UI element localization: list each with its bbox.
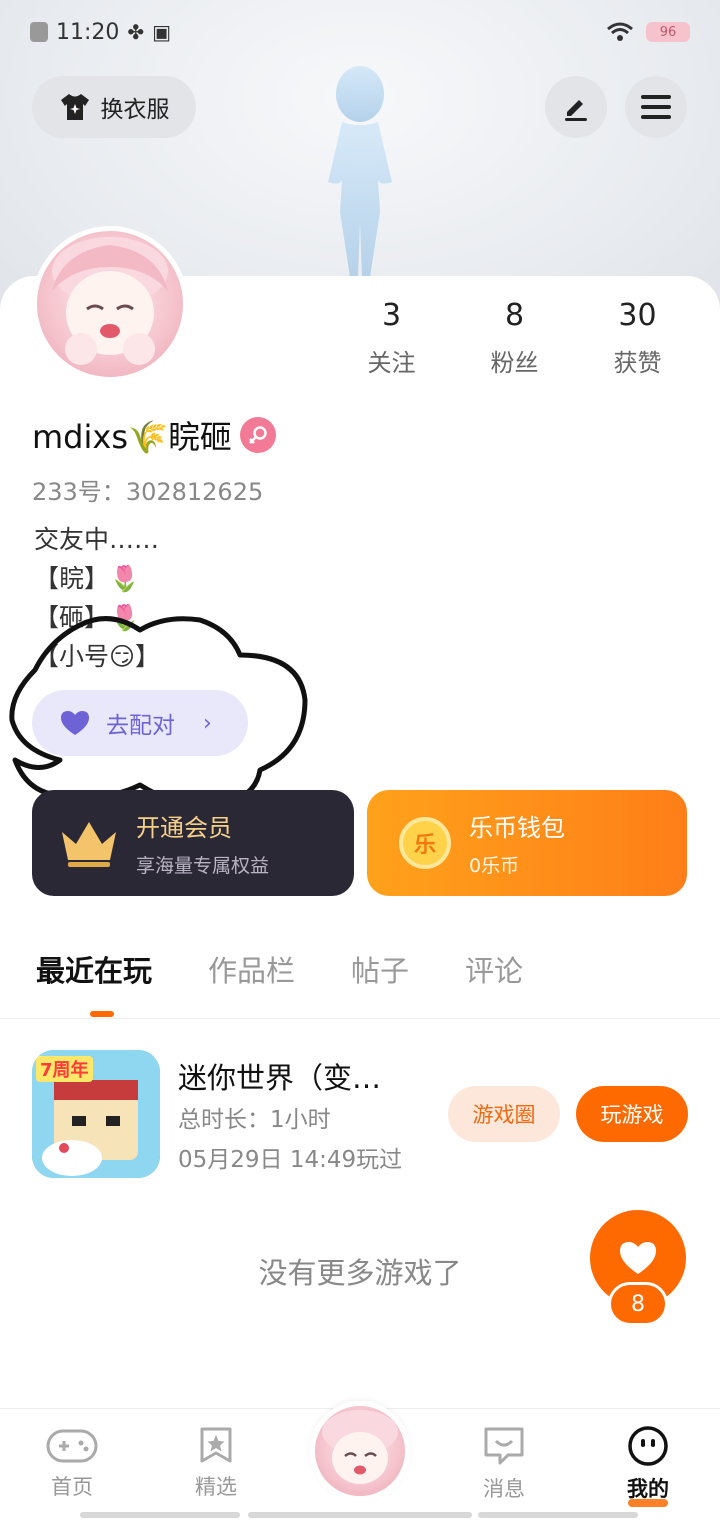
game-last-played: 05月29日 14:49玩过: [178, 1147, 403, 1173]
bottom-nav: 首页 精选 消息 我的: [0, 1401, 720, 1520]
gesture-bar: [248, 1512, 472, 1518]
wallet-balance: 0乐币: [469, 855, 520, 877]
tab-comments[interactable]: 评论: [465, 948, 523, 990]
vip-title: 开通会员: [136, 814, 232, 842]
battery-indicator: 96: [646, 22, 690, 42]
nav-featured[interactable]: 精选: [166, 1425, 266, 1501]
bio-line: 【小号😏】: [34, 642, 161, 671]
bookmark-star-icon: [200, 1427, 232, 1463]
game-icon[interactable]: 7周年: [32, 1050, 160, 1178]
game-duration: 总时长：1小时: [178, 1107, 331, 1133]
likes-label: 获赞: [613, 349, 662, 377]
edit-profile-button[interactable]: [545, 76, 607, 138]
divider: [0, 1018, 720, 1019]
gesture-bar: [80, 1512, 240, 1518]
fans-stat[interactable]: 8 粉丝: [453, 298, 576, 378]
nav-home-label: 首页: [51, 1475, 93, 1499]
following-label: 关注: [367, 349, 416, 377]
bio-line: 【砸】🌷: [34, 603, 141, 632]
nav-home[interactable]: 首页: [22, 1425, 122, 1501]
game-meta: 总时长：1小时 05月29日 14:49玩过: [178, 1100, 402, 1180]
wifi-icon: [607, 22, 633, 41]
go-match-label: 去配对: [106, 713, 175, 739]
anniversary-badge: 7周年: [36, 1056, 93, 1082]
smiley-face-icon: [628, 1426, 668, 1466]
hamburger-menu-icon: [641, 95, 671, 119]
floating-like-count: 8: [608, 1282, 668, 1326]
tshirt-icon: [60, 94, 89, 120]
following-stat[interactable]: 3 关注: [330, 298, 453, 378]
nav-messages[interactable]: 消息: [454, 1425, 554, 1503]
wallet-card[interactable]: 乐 乐币钱包 0乐币: [367, 790, 687, 896]
fans-count: 8: [504, 298, 525, 333]
tab-works[interactable]: 作品栏: [208, 948, 295, 990]
female-gender-icon: [239, 417, 276, 453]
tab-recent-played[interactable]: 最近在玩: [36, 948, 152, 990]
chevron-right-icon: ›: [203, 710, 212, 736]
avatar[interactable]: [32, 226, 188, 382]
nav-me[interactable]: 我的: [598, 1425, 698, 1507]
bio: 交友中…… 【睆】🌷 【砸】🌷 【小号😏】: [34, 520, 160, 676]
notification-icon: [30, 22, 48, 42]
fans-label: 粉丝: [490, 349, 539, 377]
coin-glyph: 乐: [413, 833, 436, 858]
profile-card: [0, 276, 720, 1520]
nav-avatar-button[interactable]: [310, 1401, 410, 1501]
username: mdixs🌾睆砸: [32, 412, 276, 458]
vip-subtitle: 享海量专属权益: [136, 855, 270, 877]
pen-icon: [565, 100, 587, 121]
username-text: mdixs🌾睆砸: [32, 418, 232, 456]
likes-stat[interactable]: 30 获赞: [576, 298, 699, 378]
coin-icon: 乐: [399, 817, 451, 869]
bio-line: 【睆】🌷: [34, 564, 141, 593]
go-match-button[interactable]: 去配对 ›: [32, 690, 248, 756]
status-bar: 11:20 ✤ ▣ 96: [30, 14, 690, 50]
heart-icon: [61, 711, 89, 735]
likes-count: 30: [618, 298, 657, 333]
nav-messages-label: 消息: [483, 1477, 525, 1501]
anime-avatar-image: [322, 1410, 398, 1484]
gamepad-icon: [46, 1429, 98, 1463]
avatar-figure-hologram: [328, 66, 392, 277]
crown-icon: [62, 822, 116, 867]
change-outfit-button[interactable]: 换衣服: [32, 76, 196, 138]
video-icon: ▣: [152, 20, 172, 44]
bio-line: 交友中……: [34, 525, 160, 554]
tab-posts[interactable]: 帖子: [351, 948, 409, 990]
nav-featured-label: 精选: [195, 1475, 237, 1499]
wallet-title: 乐币钱包: [469, 814, 565, 842]
game-title[interactable]: 迷你世界（变…: [178, 1055, 381, 1097]
user-id: 233号：302812625: [32, 478, 264, 506]
nav-me-underline: [628, 1499, 668, 1507]
play-game-button[interactable]: 玩游戏: [576, 1086, 688, 1142]
following-count: 3: [381, 298, 402, 333]
tab-indicator: [90, 1011, 114, 1017]
heart-icon: [620, 1242, 656, 1274]
menu-button[interactable]: [625, 76, 687, 138]
gesture-bar: [478, 1512, 638, 1518]
game-circle-button[interactable]: 游戏圈: [448, 1086, 560, 1142]
pinwheel-icon: ✤: [127, 20, 145, 44]
anime-avatar-image: [52, 237, 168, 365]
change-outfit-label: 换衣服: [100, 97, 170, 123]
vip-card[interactable]: 开通会员 享海量专属权益: [32, 790, 354, 896]
profile-stats: 3 关注 8 粉丝 30 获赞: [330, 298, 700, 378]
clock: 11:20: [56, 19, 120, 45]
profile-tabs: 最近在玩 作品栏 帖子 评论: [36, 948, 523, 990]
chat-bubble-icon: [484, 1427, 524, 1465]
